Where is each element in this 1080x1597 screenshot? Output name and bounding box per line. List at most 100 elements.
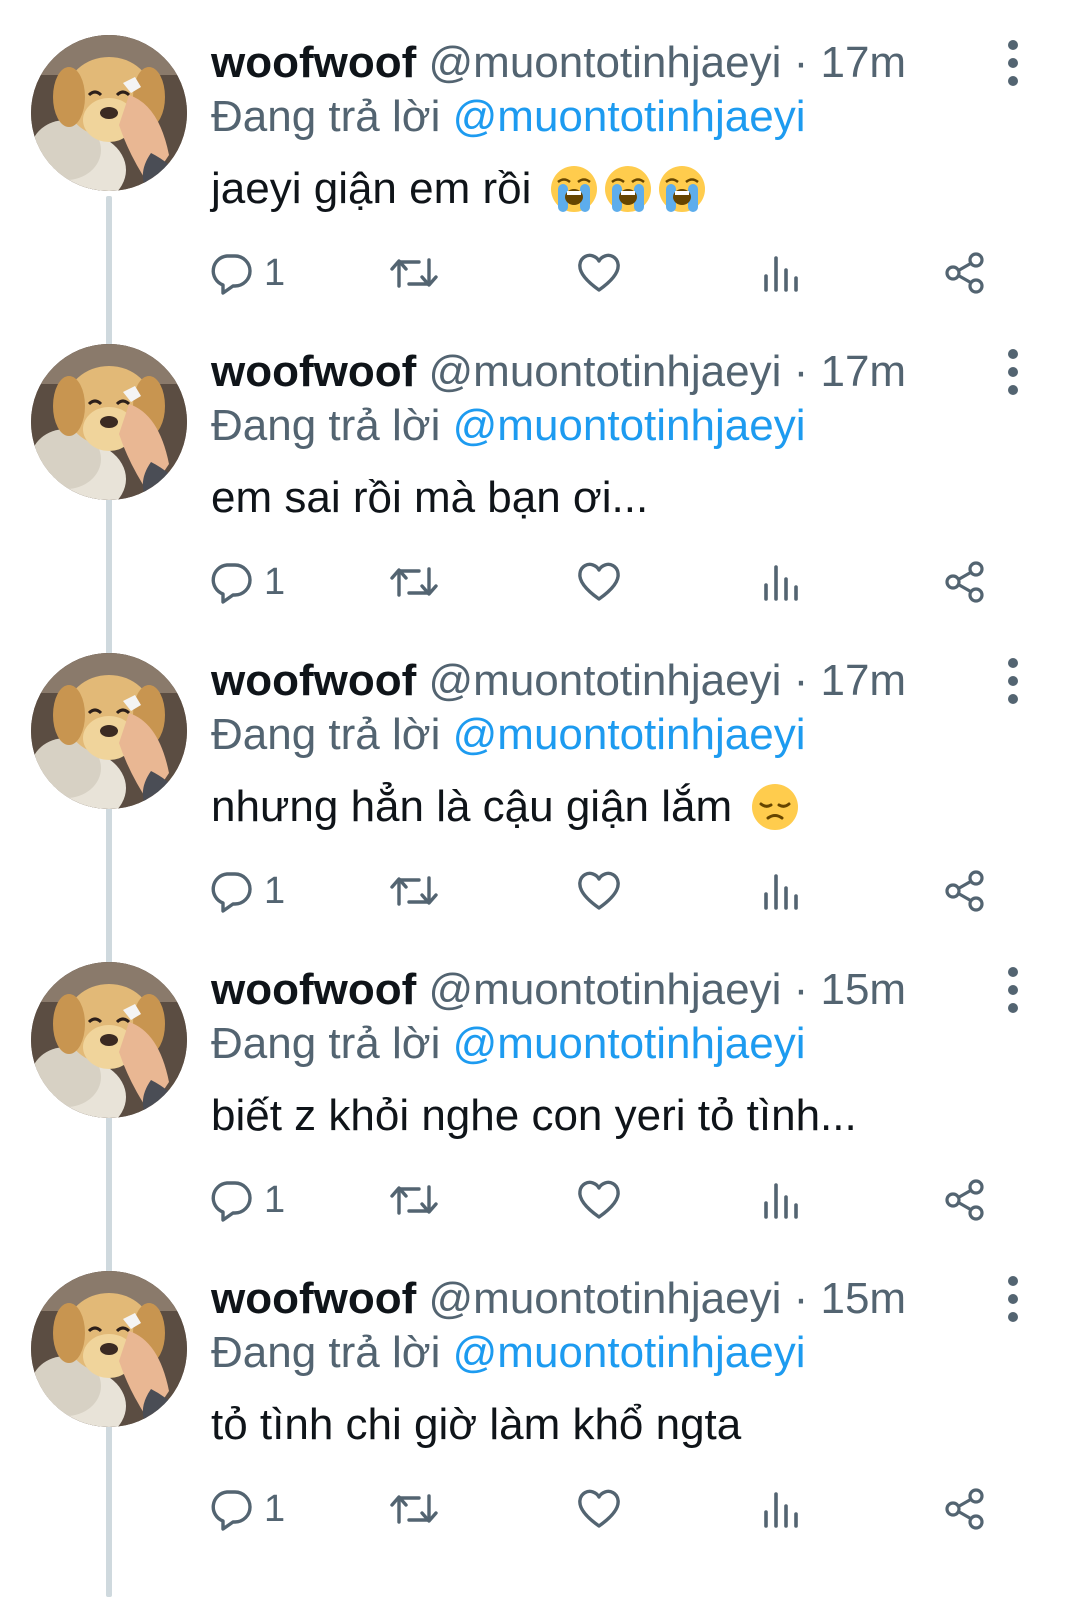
views-button[interactable] [762,248,802,298]
tweet-header: woofwoof @muontotinhjaeyi · 17m [211,347,906,397]
tweet-header: woofwoof @muontotinhjaeyi · 15m [211,965,906,1015]
share-icon [942,1177,988,1223]
heart-icon [576,559,622,605]
more-options-button[interactable] [1003,347,1023,397]
like-button[interactable] [576,866,622,916]
retweet-icon [388,559,440,605]
like-button[interactable] [576,1175,622,1225]
share-icon [942,250,988,296]
retweet-button[interactable] [388,248,440,298]
views-icon [762,559,802,605]
views-button[interactable] [762,557,802,607]
more-options-button[interactable] [1003,38,1023,88]
tweet-text-content: biết z khỏi nghe con yeri tỏ tình... [211,1091,857,1140]
timestamp[interactable]: 15m [820,1274,906,1323]
display-name[interactable]: woofwoof [211,38,416,87]
reply-prefix: Đang trả lời [211,1019,441,1068]
reply-button[interactable]: 1 [208,1175,285,1225]
more-vertical-icon [1008,1294,1018,1304]
tweet[interactable]: woofwoof @muontotinhjaeyi · 15m Đang trả… [0,1236,1080,1552]
user-handle[interactable]: @muontotinhjaeyi [429,38,782,87]
user-handle[interactable]: @muontotinhjaeyi [429,965,782,1014]
views-icon [762,868,802,914]
reply-icon [208,559,254,605]
share-button[interactable] [942,248,988,298]
tweet-actions: 1 [0,557,1080,607]
reply-context: Đang trả lời @muontotinhjaeyi [211,710,805,760]
views-button[interactable] [762,1175,802,1225]
display-name[interactable]: woofwoof [211,347,416,396]
tweet-actions: 1 [0,248,1080,298]
reply-prefix: Đang trả lời [211,401,441,450]
tweet[interactable]: woofwoof @muontotinhjaeyi · 15m Đang trả… [0,927,1080,1243]
timestamp[interactable]: 17m [820,656,906,705]
share-icon [942,868,988,914]
share-button[interactable] [942,1175,988,1225]
avatar[interactable] [31,344,187,500]
more-vertical-icon [1008,58,1018,68]
retweet-icon [388,1486,440,1532]
share-button[interactable] [942,866,988,916]
reply-button[interactable]: 1 [208,1484,285,1534]
user-handle[interactable]: @muontotinhjaeyi [429,656,782,705]
tweet-text: nhưng hẳn là cậu giận lắm [211,781,800,833]
display-name[interactable]: woofwoof [211,1274,416,1323]
more-options-button[interactable] [1003,965,1023,1015]
reply-mention-link[interactable]: @muontotinhjaeyi [453,1328,806,1377]
reply-mention-link[interactable]: @muontotinhjaeyi [453,1019,806,1068]
share-icon [942,1486,988,1532]
reply-icon [208,1486,254,1532]
reply-mention-link[interactable]: @muontotinhjaeyi [453,401,806,450]
views-button[interactable] [762,866,802,916]
reply-button[interactable]: 1 [208,557,285,607]
reply-icon [208,1177,254,1223]
reply-mention-link[interactable]: @muontotinhjaeyi [453,92,806,141]
more-vertical-icon [1008,1003,1018,1013]
more-options-button[interactable] [1003,656,1023,706]
timestamp[interactable]: 17m [820,347,906,396]
views-icon [762,1177,802,1223]
share-button[interactable] [942,557,988,607]
tweet[interactable]: woofwoof @muontotinhjaeyi · 17m Đang trả… [0,0,1080,316]
avatar[interactable] [31,1271,187,1427]
user-handle[interactable]: @muontotinhjaeyi [429,347,782,396]
like-button[interactable] [576,557,622,607]
loudly-crying-face-emoji [603,164,653,214]
avatar[interactable] [31,35,187,191]
display-name[interactable]: woofwoof [211,656,416,705]
like-button[interactable] [576,248,622,298]
reply-context: Đang trả lời @muontotinhjaeyi [211,401,805,451]
retweet-button[interactable] [388,1175,440,1225]
tweet[interactable]: woofwoof @muontotinhjaeyi · 17m Đang trả… [0,618,1080,934]
reply-count: 1 [264,1179,286,1221]
share-icon [942,559,988,605]
reply-context: Đang trả lời @muontotinhjaeyi [211,92,805,142]
reply-mention-link[interactable]: @muontotinhjaeyi [453,710,806,759]
avatar[interactable] [31,962,187,1118]
heart-icon [576,1177,622,1223]
share-button[interactable] [942,1484,988,1534]
views-button[interactable] [762,1484,802,1534]
more-options-button[interactable] [1003,1274,1023,1324]
disappointed-face-emoji [750,782,800,832]
tweet[interactable]: woofwoof @muontotinhjaeyi · 17m Đang trả… [0,309,1080,625]
separator-dot: · [793,1274,809,1323]
avatar[interactable] [31,653,187,809]
like-button[interactable] [576,1484,622,1534]
retweet-button[interactable] [388,1484,440,1534]
retweet-button[interactable] [388,866,440,916]
display-name[interactable]: woofwoof [211,965,416,1014]
reply-button[interactable]: 1 [208,248,285,298]
more-vertical-icon [1008,1312,1018,1322]
retweet-icon [388,868,440,914]
heart-icon [576,250,622,296]
reply-button[interactable]: 1 [208,866,285,916]
timestamp[interactable]: 17m [820,38,906,87]
reply-context: Đang trả lời @muontotinhjaeyi [211,1328,805,1378]
user-handle[interactable]: @muontotinhjaeyi [429,1274,782,1323]
heart-icon [576,1486,622,1532]
timestamp[interactable]: 15m [820,965,906,1014]
retweet-button[interactable] [388,557,440,607]
loudly-crying-face-emoji [549,164,599,214]
reply-prefix: Đang trả lời [211,1328,441,1377]
